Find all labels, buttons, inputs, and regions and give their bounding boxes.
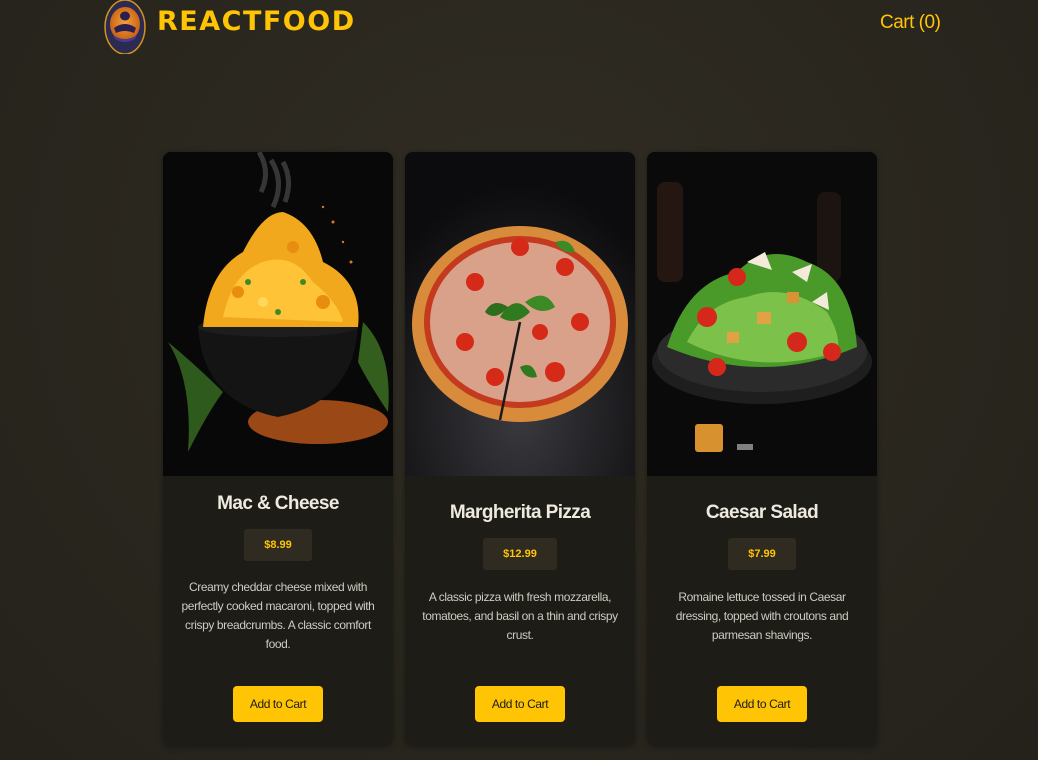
meal-description: A classic pizza with fresh mozzarella, t… bbox=[422, 590, 618, 642]
app-header: REACTFOOD Cart (0) bbox=[0, 0, 1038, 60]
meal-item: Margherita Pizza $12.99 A classic pizza … bbox=[405, 152, 635, 746]
meal-description: Creamy cheddar cheese mixed with perfect… bbox=[181, 580, 375, 651]
meal-item: Mac & Cheese $8.99 Creamy cheddar cheese… bbox=[163, 152, 393, 746]
meal-title: Mac & Cheese bbox=[217, 493, 339, 514]
meal-title: Margherita Pizza bbox=[449, 502, 591, 523]
add-to-cart-button[interactable]: Add to Cart bbox=[232, 686, 324, 722]
meal-price: $12.99 bbox=[483, 538, 557, 570]
meal-description: Romaine lettuce tossed in Caesar dressin… bbox=[675, 590, 849, 642]
add-to-cart-button[interactable]: Add to Cart bbox=[716, 686, 808, 722]
meal-price: $7.99 bbox=[728, 538, 796, 570]
meal-title: Caesar Salad bbox=[705, 502, 819, 523]
meal-price: $8.99 bbox=[244, 529, 312, 561]
meals-list: Mac & Cheese $8.99 Creamy cheddar cheese… bbox=[163, 152, 877, 746]
mac-and-cheese-image bbox=[163, 152, 393, 476]
brand-title: REACTFOOD bbox=[157, 6, 356, 37]
caesar-salad-image bbox=[647, 152, 877, 476]
food-logo-icon bbox=[104, 0, 146, 54]
meal-item: Caesar Salad $7.99 Romaine lettuce tosse… bbox=[647, 152, 877, 746]
add-to-cart-button[interactable]: Add to Cart bbox=[474, 686, 566, 722]
cart-button[interactable]: Cart (0) bbox=[880, 12, 941, 34]
pizza-image bbox=[405, 152, 635, 476]
